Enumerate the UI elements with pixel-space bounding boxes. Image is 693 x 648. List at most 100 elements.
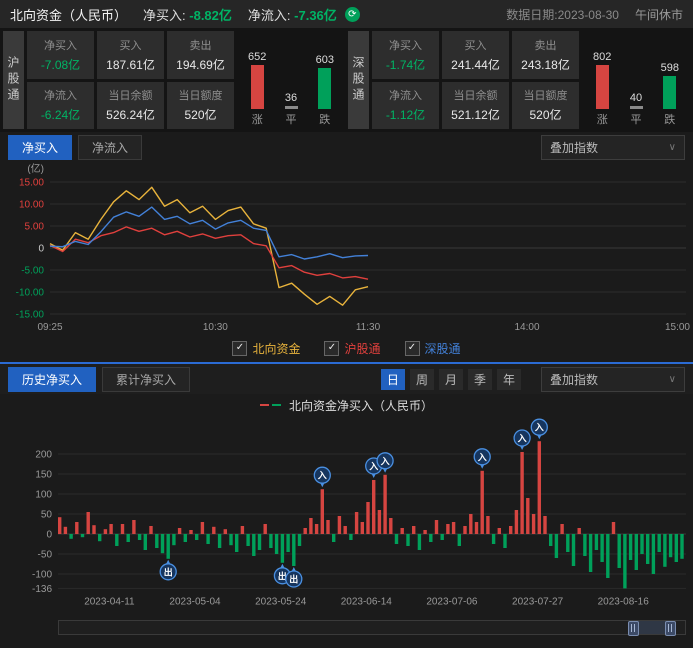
svg-text:入: 入 [517, 434, 527, 444]
slider-handle-right[interactable] [665, 621, 676, 636]
intraday-chart[interactable]: 15.0010.005.000-5.00-10.00-15.0009:2510:… [0, 162, 693, 334]
panel-shengutong: 深股通 净买入-1.74亿 买入241.44亿 卖出 243.18亿 净流入-1.… [348, 31, 690, 129]
overlay-index-dropdown[interactable]: 叠加指数 ∨ [541, 135, 685, 160]
svg-text:2023-07-06: 2023-07-06 [426, 596, 478, 607]
hugutong-stats: 净买入-7.08亿 买入187.61亿 卖出194.69亿 净流入-6.24亿 … [27, 31, 234, 129]
tab-cumulative-net-buy[interactable]: 累计净买入 [102, 367, 190, 392]
svg-text:10.00: 10.00 [19, 200, 44, 211]
legend-item-hugutong[interactable]: ✓沪股通 [324, 340, 380, 357]
flat-label: 平 [286, 111, 297, 127]
net-buy-label: 净买入: [143, 8, 186, 23]
checkbox-shengutong[interactable]: ✓ [405, 341, 420, 356]
legend-item-beixiang[interactable]: ✓ 北向资金 [232, 340, 300, 357]
down-bar [663, 76, 676, 109]
chevron-down-icon: ∨ [669, 142, 676, 153]
svg-text:2023-08-16: 2023-08-16 [598, 596, 650, 607]
period-year-button[interactable]: 年 [497, 369, 521, 390]
stat-cell: 当日额度520亿 [512, 82, 579, 130]
history-net-buy-chart[interactable]: 200150100500-50-100-1362023-04-112023-05… [0, 416, 693, 612]
tab-net-buy[interactable]: 净买入 [8, 135, 72, 160]
stat-cell: 当日余额521.12亿 [442, 82, 509, 130]
overlay-index-label: 叠加指数 [550, 371, 598, 388]
data-date: 数据日期:2023-08-30 [506, 6, 619, 23]
checkbox-beixiang[interactable]: ✓ [232, 341, 247, 356]
stat-value: -1.12亿 [386, 106, 425, 123]
down-label: 跌 [664, 111, 675, 127]
net-inflow-label: 净流入: [248, 8, 291, 23]
stat-label: 净流入 [44, 87, 77, 103]
stat-cell: 净买入-7.08亿 [27, 31, 94, 79]
page-title: 北向资金（人民币） [10, 5, 127, 24]
slider-handle-left[interactable] [628, 621, 639, 636]
stat-value: 520亿 [529, 106, 561, 123]
svg-text:11:30: 11:30 [356, 322, 381, 333]
stat-value: -1.74亿 [386, 56, 425, 73]
svg-text:2023-06-14: 2023-06-14 [341, 596, 393, 607]
stat-cell: 净买入-1.74亿 [372, 31, 439, 79]
period-quarter-button[interactable]: 季 [468, 369, 492, 390]
legend-dash-red [260, 404, 269, 406]
up-count: 802 [593, 51, 611, 63]
stat-value: 520亿 [184, 106, 216, 123]
date-range-slider[interactable] [58, 620, 686, 635]
period-button-group: 日 周 月 季 年 [381, 369, 521, 390]
hugutong-breadth-chart: 652涨 36平 603跌 [237, 31, 345, 129]
stat-value: 243.18亿 [521, 56, 570, 73]
panel-shengutong-name: 深股通 [348, 31, 369, 129]
svg-text:出: 出 [164, 566, 173, 577]
stat-cell: 净流入 -6.24亿 [27, 82, 94, 130]
stat-value: -6.24亿 [41, 106, 80, 123]
refresh-icon[interactable]: ⟳ [345, 7, 360, 22]
svg-text:入: 入 [534, 423, 544, 433]
period-day-button[interactable]: 日 [381, 369, 405, 390]
svg-text:200: 200 [35, 450, 52, 461]
svg-text:0: 0 [38, 244, 44, 255]
up-label: 涨 [252, 111, 263, 127]
down-count: 598 [661, 62, 679, 74]
svg-text:10:30: 10:30 [203, 322, 228, 333]
chevron-down-icon: ∨ [669, 374, 676, 385]
svg-text:09:25: 09:25 [37, 322, 62, 333]
stat-label: 买入 [120, 37, 142, 53]
checkbox-hugutong[interactable]: ✓ [324, 341, 339, 356]
tab-history-net-buy[interactable]: 历史净买入 [8, 367, 96, 392]
up-count-column: 652 涨 [248, 51, 266, 127]
stat-cell: 卖出 243.18亿 [512, 31, 579, 79]
stat-value: 521.12亿 [451, 106, 500, 123]
shengutong-breadth-chart: 802涨 40平 598跌 [582, 31, 690, 129]
flat-count-column: 36平 [285, 92, 298, 127]
svg-text:入: 入 [368, 462, 378, 472]
legend-item-shengutong[interactable]: ✓深股通 [405, 340, 461, 357]
stat-label: 卖出 [535, 37, 557, 53]
svg-text:100: 100 [35, 490, 52, 501]
svg-text:-50: -50 [38, 550, 53, 561]
down-label: 跌 [319, 111, 330, 127]
period-month-button[interactable]: 月 [439, 369, 463, 390]
up-count: 652 [248, 51, 266, 63]
stat-cell: 净流入-1.12亿 [372, 82, 439, 130]
tab-net-inflow[interactable]: 净流入 [78, 135, 142, 160]
svg-text:-15.00: -15.00 [16, 310, 45, 321]
svg-text:14:00: 14:00 [514, 322, 539, 333]
svg-text:5.00: 5.00 [25, 222, 45, 233]
svg-text:-10.00: -10.00 [16, 288, 45, 299]
stat-value: -7.08亿 [41, 56, 80, 73]
period-week-button[interactable]: 周 [410, 369, 434, 390]
stat-cell: 买入241.44亿 [442, 31, 509, 79]
overlay-index-dropdown-2[interactable]: 叠加指数 ∨ [541, 367, 685, 392]
stat-label: 当日额度 [179, 87, 223, 103]
flat-count-column: 40平 [630, 92, 643, 127]
flat-bar [630, 106, 643, 109]
up-bar [596, 65, 609, 109]
svg-text:入: 入 [477, 452, 487, 462]
svg-text:150: 150 [35, 470, 52, 481]
net-buy-summary: 净买入: -8.82亿 [143, 5, 232, 24]
svg-text:2023-04-11: 2023-04-11 [84, 596, 135, 607]
stat-cell: 买入 187.61亿 [97, 31, 164, 79]
flat-count: 40 [630, 92, 642, 104]
net-inflow-summary: 净流入: -7.36亿 [248, 5, 337, 24]
legend-label: 北向资金 [252, 340, 300, 357]
legend-dash-green [272, 404, 281, 406]
stat-value: 187.61亿 [106, 56, 155, 73]
connect-panels: 沪股通 净买入-7.08亿 买入187.61亿 卖出194.69亿 净流入-6.… [0, 28, 693, 132]
